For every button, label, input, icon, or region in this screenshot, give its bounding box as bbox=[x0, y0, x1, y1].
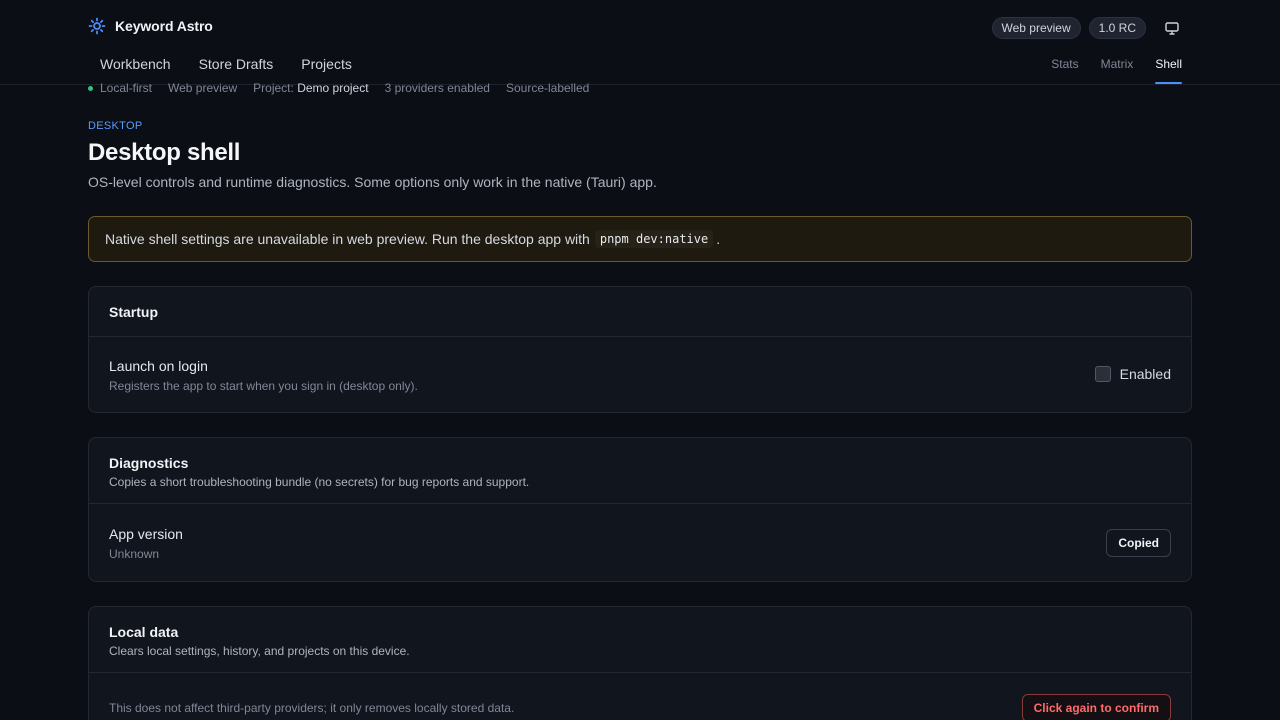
page-title: Desktop shell bbox=[88, 139, 241, 166]
launch-on-login-row: Launch on login Registers the app to sta… bbox=[89, 337, 1191, 413]
local-data-desc: Clears local settings, history, and proj… bbox=[109, 644, 410, 658]
sun-gear-icon bbox=[88, 17, 106, 35]
version-badge: 1.0 RC bbox=[1088, 17, 1146, 39]
monitor-icon[interactable] bbox=[1160, 17, 1184, 39]
status-line: Local-first Web preview Project: Demo pr… bbox=[88, 81, 589, 95]
launch-on-login-desc: Registers the app to start when you sign… bbox=[109, 379, 418, 393]
main-nav: Workbench Store Drafts Projects bbox=[88, 52, 368, 76]
app-version-value: Unknown bbox=[109, 547, 160, 561]
status-sources: Source-labelled bbox=[505, 81, 590, 95]
launch-on-login-title: Launch on login bbox=[109, 358, 208, 374]
top-bar: Keyword Astro Web preview 1.0 RC Workben… bbox=[0, 0, 1280, 85]
app-name: Keyword Astro bbox=[115, 18, 213, 34]
nav-store-drafts[interactable]: Store Drafts bbox=[187, 52, 286, 76]
startup-header: Startup bbox=[89, 287, 1191, 337]
preview-warning-banner: Native shell settings are unavailable in… bbox=[88, 216, 1192, 262]
diagnostics-card: Diagnostics Copies a short troubleshooti… bbox=[88, 437, 1192, 582]
enabled-checkbox[interactable] bbox=[1094, 366, 1111, 382]
nav-projects[interactable]: Projects bbox=[289, 52, 364, 76]
enabled-label: Enabled bbox=[1119, 366, 1171, 382]
clear-data-confirm-button[interactable]: Click again to confirm bbox=[1021, 694, 1171, 720]
banner-text: Native shell settings are unavailable in… bbox=[105, 231, 590, 247]
status-mode: Web preview bbox=[168, 81, 238, 95]
status-local: Local-first bbox=[88, 81, 152, 95]
sub-nav: Stats Matrix Shell bbox=[1029, 57, 1182, 84]
status-dot bbox=[88, 86, 93, 92]
nav-workbench[interactable]: Workbench bbox=[88, 52, 183, 76]
launch-on-login-toggle[interactable]: Enabled bbox=[1094, 366, 1171, 382]
project-name: Demo project bbox=[297, 81, 369, 95]
diagnostics-header: Diagnostics Copies a short troubleshooti… bbox=[89, 438, 1191, 504]
page-subtitle: OS-level controls and runtime diagnostic… bbox=[88, 174, 657, 190]
status-providers: 3 providers enabled bbox=[384, 81, 490, 95]
startup-title: Startup bbox=[109, 304, 158, 320]
tab-shell[interactable]: Shell bbox=[1155, 57, 1182, 84]
clear-data-note: This does not affect third-party provide… bbox=[109, 701, 515, 715]
page-eyebrow: DESKTOP bbox=[88, 120, 143, 132]
diagnostics-desc: Copies a short troubleshooting bundle (n… bbox=[109, 475, 530, 489]
tab-matrix[interactable]: Matrix bbox=[1101, 57, 1134, 84]
web-preview-badge: Web preview bbox=[991, 17, 1081, 39]
status-project: Project: Demo project bbox=[253, 81, 369, 95]
copy-diagnostics-button[interactable]: Copied bbox=[1106, 529, 1171, 557]
brand[interactable]: Keyword Astro bbox=[88, 17, 213, 35]
startup-card: Startup Launch on login Registers the ap… bbox=[88, 286, 1192, 413]
header-actions: Web preview 1.0 RC bbox=[991, 17, 1185, 39]
app-version-row: App version Unknown Copied bbox=[89, 504, 1191, 582]
local-data-header: Local data Clears local settings, histor… bbox=[89, 607, 1191, 673]
banner-suffix: . bbox=[716, 231, 721, 247]
banner-command: pnpm dev:native bbox=[594, 230, 714, 248]
local-data-card: Local data Clears local settings, histor… bbox=[88, 606, 1192, 720]
local-data-title: Local data bbox=[109, 624, 179, 640]
app-version-title: App version bbox=[109, 526, 183, 542]
clear-data-row: This does not affect third-party provide… bbox=[89, 673, 1191, 720]
tab-stats[interactable]: Stats bbox=[1051, 57, 1078, 84]
diagnostics-title: Diagnostics bbox=[109, 455, 189, 471]
